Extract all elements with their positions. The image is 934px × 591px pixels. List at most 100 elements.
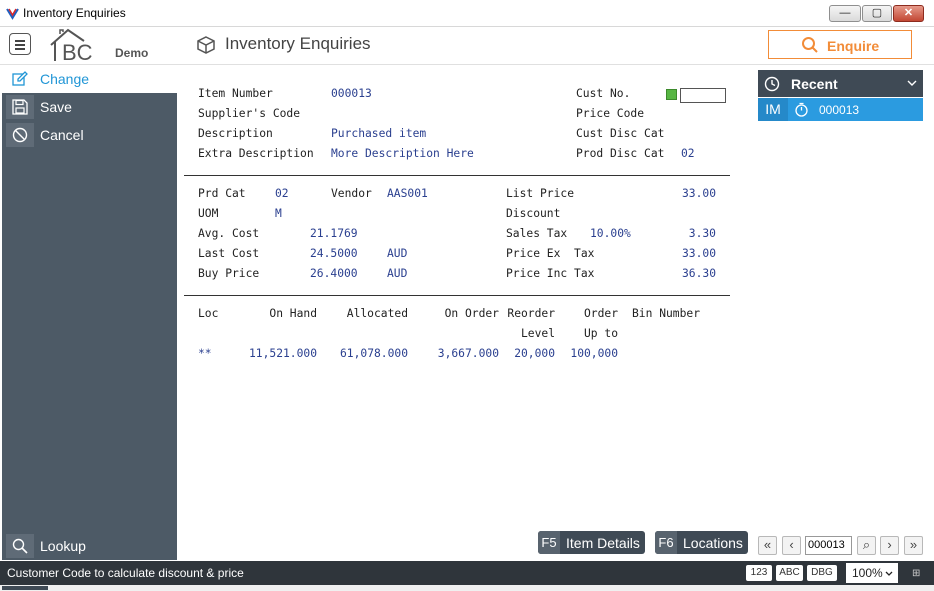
last-cost-currency: AUD bbox=[387, 247, 408, 260]
recent-item[interactable]: IM 000013 bbox=[758, 98, 923, 121]
hamburger-line bbox=[15, 48, 25, 50]
minimize-icon: — bbox=[839, 7, 851, 19]
record-number-input[interactable]: 000013 bbox=[805, 536, 852, 555]
sales-tax-label: Sales Tax bbox=[506, 227, 568, 240]
customer-number-input[interactable] bbox=[680, 88, 726, 103]
sidebar-icon-box bbox=[6, 67, 34, 91]
customer-lookup-button[interactable] bbox=[666, 89, 677, 100]
description-label: Description bbox=[198, 127, 273, 140]
previous-record-button[interactable]: ‹ bbox=[782, 536, 801, 555]
box-icon bbox=[197, 36, 215, 54]
window-title-bar: Inventory Enquiries — ▢ ✕ bbox=[0, 0, 934, 27]
stopwatch-icon bbox=[795, 102, 808, 117]
chevron-right-icon: › bbox=[887, 537, 892, 552]
last-cost-value: 24.5000 bbox=[310, 247, 358, 260]
double-chevron-right-icon: » bbox=[909, 537, 918, 552]
next-record-button[interactable]: › bbox=[880, 536, 899, 555]
column-header-bin-number: Bin Number bbox=[632, 307, 701, 320]
recent-title: Recent bbox=[791, 76, 838, 92]
minimize-button[interactable]: — bbox=[829, 5, 861, 22]
sidebar-item-save[interactable]: Save bbox=[2, 93, 177, 121]
column-header-on-hand: On Hand bbox=[269, 307, 317, 320]
zoom-select[interactable]: 100% bbox=[846, 563, 898, 583]
row-on-hand: 11,521.000 bbox=[248, 347, 317, 360]
debug-mode-indicator[interactable]: DBG bbox=[807, 565, 837, 581]
sales-tax-rate: 10.00% bbox=[590, 227, 631, 240]
window-title: Inventory Enquiries bbox=[23, 6, 126, 20]
search-icon bbox=[12, 538, 28, 554]
logo-text: BC bbox=[62, 40, 93, 63]
status-message: Customer Code to calculate discount & pr… bbox=[7, 566, 244, 580]
enquiry-form: Item Number 000013 Supplier's Code Descr… bbox=[177, 65, 757, 560]
price-inc-tax-label: Price Inc Tax bbox=[506, 267, 595, 280]
function-key-badge: F6 bbox=[655, 531, 677, 554]
alpha-mode-indicator[interactable]: ABC bbox=[776, 565, 803, 581]
search-icon bbox=[802, 37, 818, 53]
sidebar-icon-box bbox=[6, 534, 34, 558]
sidebar-icon-box bbox=[6, 123, 34, 147]
uom-label: UOM bbox=[198, 207, 219, 220]
section-divider bbox=[184, 175, 730, 176]
numeric-mode-indicator[interactable]: 123 bbox=[746, 565, 772, 581]
sidebar-item-label: Cancel bbox=[40, 127, 84, 143]
app-logo-icon bbox=[6, 8, 19, 20]
search-record-button[interactable]: ⌕ bbox=[857, 536, 876, 555]
row-order-up-to: 100,000 bbox=[570, 347, 618, 360]
recent-panel-header[interactable]: Recent bbox=[758, 70, 923, 97]
hamburger-menu-button[interactable] bbox=[9, 33, 31, 55]
prd-cat-value: 02 bbox=[275, 187, 289, 200]
row-on-order: 3,667.000 bbox=[437, 347, 499, 360]
section-divider bbox=[184, 295, 730, 296]
save-icon bbox=[12, 99, 28, 115]
buy-price-currency: AUD bbox=[387, 267, 408, 280]
item-number-label: Item Number bbox=[198, 87, 273, 100]
last-record-button[interactable]: » bbox=[904, 536, 923, 555]
sidebar-item-change[interactable]: Change bbox=[2, 65, 177, 93]
company-logo: BC bbox=[50, 28, 93, 63]
hamburger-line bbox=[15, 44, 25, 46]
list-price-label: List Price bbox=[506, 187, 575, 200]
maximize-icon: ▢ bbox=[871, 7, 883, 19]
sidebar-item-lookup[interactable]: Lookup bbox=[2, 532, 177, 560]
sidebar-item-label: Lookup bbox=[40, 538, 86, 554]
edit-icon bbox=[12, 71, 28, 86]
resize-grip-icon[interactable]: ⊞ bbox=[912, 568, 920, 579]
locations-button[interactable]: F6 Locations bbox=[655, 531, 748, 554]
column-header-reorder-level: Level bbox=[520, 327, 555, 340]
bottom-strip bbox=[0, 585, 934, 591]
page-title: Inventory Enquiries bbox=[225, 34, 371, 53]
clock-icon bbox=[764, 76, 780, 92]
uom-value: M bbox=[275, 207, 282, 220]
column-header-order-up-to: Up to bbox=[583, 327, 618, 340]
price-ex-tax-label: Price Ex Tax bbox=[506, 247, 595, 260]
avg-cost-value: 21.1769 bbox=[310, 227, 358, 240]
sidebar: Change Save Cancel Lookup bbox=[2, 65, 177, 560]
first-record-button[interactable]: « bbox=[758, 536, 777, 555]
extra-description-label: Extra Description bbox=[198, 147, 314, 160]
column-header-order: Order bbox=[583, 307, 618, 320]
supplier-code-label: Supplier's Code bbox=[198, 107, 301, 120]
cust-no-label: Cust No. bbox=[576, 87, 631, 100]
enquire-button[interactable]: Enquire bbox=[768, 30, 912, 59]
avg-cost-label: Avg. Cost bbox=[198, 227, 260, 240]
discount-label: Discount bbox=[506, 207, 561, 220]
sales-tax-value: 3.30 bbox=[688, 227, 716, 240]
list-price-value: 33.00 bbox=[681, 187, 716, 200]
recent-item-prefix: IM bbox=[758, 98, 788, 121]
function-key-badge: F5 bbox=[538, 531, 560, 554]
sidebar-item-cancel[interactable]: Cancel bbox=[2, 121, 177, 149]
description-value: Purchased item bbox=[331, 127, 427, 140]
chevron-down-icon bbox=[885, 571, 893, 576]
sidebar-item-label: Change bbox=[40, 71, 90, 87]
sidebar-item-label: Save bbox=[40, 99, 72, 115]
item-details-button[interactable]: F5 Item Details bbox=[538, 531, 645, 554]
chevron-down-icon bbox=[907, 80, 917, 86]
close-button[interactable]: ✕ bbox=[893, 5, 924, 22]
extra-description-value: More Description Here bbox=[331, 147, 474, 160]
maximize-button[interactable]: ▢ bbox=[862, 5, 892, 22]
vendor-label: Vendor bbox=[331, 187, 372, 200]
sidebar-icon-box bbox=[6, 95, 34, 119]
close-icon: ✕ bbox=[903, 7, 914, 19]
app-header: BC Demo Inventory Enquiries Enquire bbox=[0, 27, 934, 65]
prod-disc-cat-label: Prod Disc Cat bbox=[576, 147, 665, 160]
